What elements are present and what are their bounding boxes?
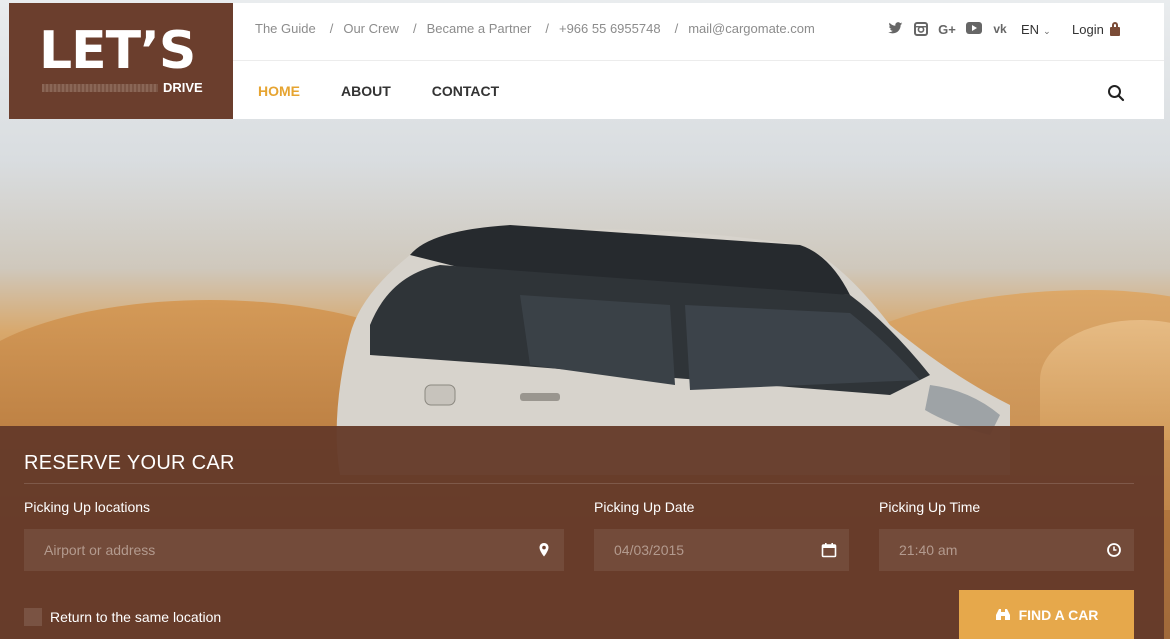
return-label: Return to the same location [50, 609, 222, 625]
binoculars-icon [995, 608, 1010, 620]
nav-home[interactable]: HOME [258, 83, 300, 99]
find-car-label: FIND A CAR [1018, 606, 1099, 623]
location-input[interactable]: Airport or address [24, 529, 564, 571]
login-link[interactable]: Login [1072, 21, 1120, 37]
logo[interactable]: LET’S DRIVE [9, 3, 233, 119]
search-icon[interactable] [1107, 84, 1125, 102]
nav-about[interactable]: ABOUT [341, 83, 391, 99]
chevron-down-icon: ⌄ [1043, 26, 1051, 36]
date-input[interactable]: 04/03/2015 [594, 529, 849, 571]
separator: / [674, 21, 679, 36]
login-label: Login [1072, 22, 1104, 37]
lock-icon [1109, 21, 1120, 36]
top-link-email[interactable]: mail@cargomate.com [688, 21, 815, 36]
return-checkbox[interactable] [24, 608, 42, 626]
logo-subtext: DRIVE [163, 80, 203, 95]
top-links: The Guide / Our Crew / Became a Partner … [255, 21, 815, 36]
find-car-button[interactable]: FIND A CAR [959, 590, 1134, 639]
main-nav: HOME ABOUT CONTACT [258, 83, 499, 99]
language-selector[interactable]: EN ⌄ [1021, 22, 1051, 37]
reservation-form: RESERVE YOUR CAR Picking Up locations Ai… [0, 426, 1164, 639]
logo-text: LET’S [39, 21, 196, 81]
date-label: Picking Up Date [594, 499, 695, 515]
top-link-partner[interactable]: Became a Partner [427, 21, 532, 36]
top-link-guide[interactable]: The Guide [255, 21, 316, 36]
vk-icon[interactable]: vk [990, 22, 1010, 37]
divider [24, 483, 1134, 484]
location-label: Picking Up locations [24, 499, 151, 515]
time-label: Picking Up Time [879, 499, 981, 515]
google-plus-icon[interactable]: G+ [937, 22, 957, 37]
top-link-crew[interactable]: Our Crew [343, 21, 399, 36]
location-placeholder: Airport or address [44, 542, 156, 558]
instagram-icon[interactable] [912, 22, 929, 37]
nav-contact[interactable]: CONTACT [432, 83, 499, 99]
top-bar: The Guide / Our Crew / Became a Partner … [233, 3, 1164, 61]
social-links: G+ vk [887, 22, 1010, 37]
top-link-phone[interactable]: +966 55 6955748 [559, 21, 661, 36]
calendar-icon [821, 543, 837, 558]
clock-icon [1107, 543, 1121, 557]
language-label: EN [1021, 22, 1040, 37]
separator: / [545, 21, 549, 36]
separator: / [412, 21, 417, 36]
date-value: 04/03/2015 [614, 542, 685, 558]
logo-bar [42, 84, 158, 92]
map-pin-icon [539, 543, 549, 557]
separator: / [329, 21, 334, 36]
header: The Guide / Our Crew / Became a Partner … [233, 3, 1164, 119]
reservation-title: RESERVE YOUR CAR [24, 452, 235, 474]
time-value: 21:40 am [899, 542, 958, 558]
youtube-icon[interactable] [965, 22, 982, 37]
twitter-icon[interactable] [887, 22, 904, 37]
time-input[interactable]: 21:40 am [879, 529, 1134, 571]
